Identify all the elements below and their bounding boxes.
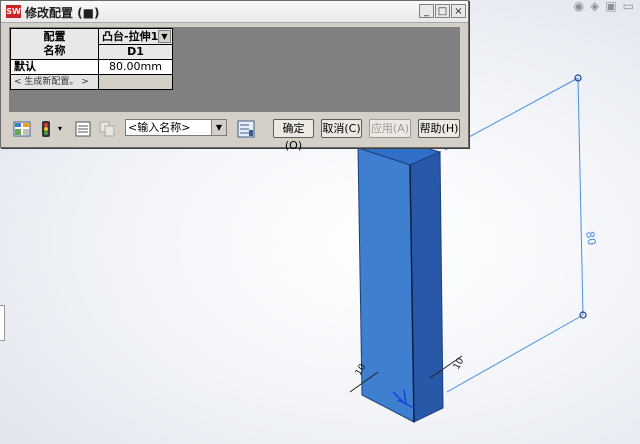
table-settings-icon[interactable]	[237, 120, 255, 138]
dialog-title: 修改配置 (■)	[25, 6, 100, 20]
block-side-face[interactable]	[409, 151, 444, 423]
close-button[interactable]: ×	[451, 4, 466, 18]
row-name-new-config[interactable]: < 生成新配置。 >	[10, 74, 99, 90]
row-name-default[interactable]: 默认	[10, 59, 99, 75]
row-value-default[interactable]: 80.00mm	[98, 59, 173, 75]
table-options-icon[interactable]	[13, 120, 31, 138]
chevron-down-icon[interactable]: ▼	[211, 120, 226, 135]
help-button[interactable]: 帮助(H)	[418, 119, 460, 138]
modify-configuration-dialog: SW 修改配置 (■) _ □ × 配置 名称 凸台-拉伸1 ▼ D1 默认 8…	[0, 0, 469, 152]
row-value-new-config[interactable]	[98, 74, 173, 90]
feature-dropdown-value: 凸台-拉伸1	[102, 30, 159, 43]
minimize-button[interactable]: _	[419, 4, 434, 18]
ok-button[interactable]: 确定(O)	[273, 119, 314, 152]
chevron-down-icon[interactable]: ▼	[158, 30, 171, 43]
dialog-toolbar: ▾ <输入名称> ▼ 确定(O) 取消(C) 应用(A) 帮助(H)	[1, 115, 468, 152]
name-input-combo[interactable]: <输入名称> ▼	[125, 119, 227, 136]
traffic-light-icon[interactable]	[37, 120, 55, 138]
app-icon: SW	[6, 5, 21, 18]
dimension-label-80[interactable]: 80	[583, 230, 598, 246]
chevron-down-icon[interactable]: ▾	[58, 124, 62, 133]
config-name-header: 配置 名称	[10, 28, 99, 60]
list-view-icon[interactable]	[74, 120, 92, 138]
maximize-button[interactable]: □	[435, 4, 450, 18]
dimension-label-10b[interactable]: 10	[452, 356, 467, 371]
title-bar[interactable]: SW 修改配置 (■) _ □ ×	[1, 1, 468, 23]
extension-line-bottom	[446, 314, 584, 393]
copy-icon[interactable]	[98, 120, 116, 138]
name-input-value: <输入名称>	[128, 121, 191, 134]
param-header: D1	[98, 44, 173, 60]
apply-button[interactable]: 应用(A)	[369, 119, 411, 138]
dimension-line-80	[577, 77, 584, 316]
feature-dropdown[interactable]: 凸台-拉伸1 ▼	[98, 28, 173, 45]
configuration-table: 配置 名称 凸台-拉伸1 ▼ D1 默认 80.00mm < 生成新配置。 >	[9, 27, 460, 112]
cancel-button[interactable]: 取消(C)	[321, 119, 362, 138]
